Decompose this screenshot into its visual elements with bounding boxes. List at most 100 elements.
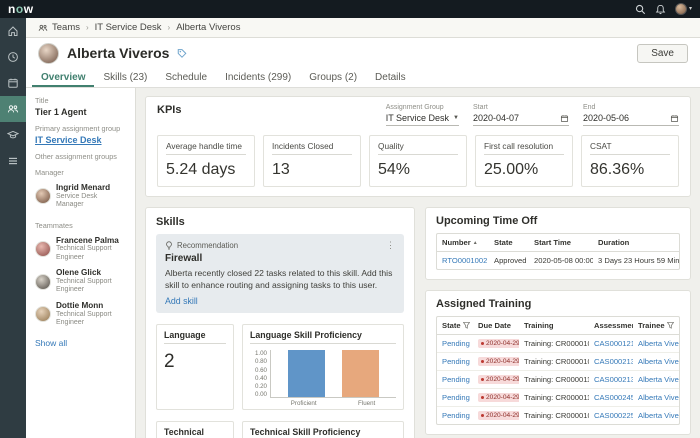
tab-skills[interactable]: Skills (23) xyxy=(94,68,156,87)
skills-panel: Skills Recommendation ⋮ Firewall Alberta… xyxy=(145,207,415,438)
column-header-start-time[interactable]: Start Time xyxy=(529,234,593,251)
training-name: Training: CR0000106 xyxy=(519,407,589,424)
clock-icon xyxy=(7,51,19,63)
profile-rail: Title Tier 1 Agent Primary assignment gr… xyxy=(26,88,136,438)
avatar xyxy=(35,306,51,322)
language-count: 2 xyxy=(164,351,226,373)
tab-overview[interactable]: Overview xyxy=(32,68,94,87)
tab-schedule[interactable]: Schedule xyxy=(156,68,216,87)
time-off-table: Number▲ State Start Time Duration RTO000… xyxy=(436,233,680,270)
kpi-value: 13 xyxy=(272,161,352,179)
chevron-down-icon: ▾ xyxy=(689,6,692,12)
kpi-value: 86.36% xyxy=(590,161,670,179)
time-off-number-link[interactable]: RTO0001002 xyxy=(437,252,489,269)
save-button[interactable]: Save xyxy=(637,44,688,63)
teams-icon xyxy=(38,23,48,33)
manager-role: Service Desk Manager xyxy=(56,193,126,210)
list-icon xyxy=(7,155,19,167)
user-avatar-menu[interactable]: ▾ xyxy=(675,3,692,15)
training-name: Training: CR0000110 xyxy=(519,389,589,406)
breadcrumb: Teams › IT Service Desk › Alberta Vivero… xyxy=(26,18,700,38)
home-icon xyxy=(7,25,19,37)
tab-details[interactable]: Details xyxy=(366,68,415,87)
page-title: Alberta Viveros xyxy=(67,45,169,61)
due-date-badge: 2020-04-29 xyxy=(478,411,519,420)
recommended-skill-name: Firewall xyxy=(165,253,395,264)
teammate-role: Technical Support Engineer xyxy=(56,278,126,295)
chart-plot-area xyxy=(270,350,396,398)
teammate-name: Dottie Monn xyxy=(56,301,126,311)
trainee-link[interactable]: Alberta Viveros xyxy=(633,371,679,388)
column-header-state[interactable]: State xyxy=(489,234,529,251)
add-skill-link[interactable]: Add skill xyxy=(165,296,395,306)
overdue-dot-icon xyxy=(481,342,484,345)
app-window: now ▾ Teams › IT S xyxy=(0,0,700,438)
start-date-input[interactable]: 2020-04-07 xyxy=(473,113,569,126)
assessment-link[interactable]: CAS0002450 xyxy=(589,389,633,406)
sidebar-item-schedule[interactable] xyxy=(0,44,26,70)
teammates-label: Teammates xyxy=(35,221,126,230)
column-header-due-date[interactable]: Due Date xyxy=(473,317,519,334)
assignment-group-select[interactable]: IT Service Desk▼ xyxy=(386,113,459,126)
training-state-link[interactable]: Pending xyxy=(437,371,473,388)
manager-row[interactable]: Ingrid MenardService Desk Manager xyxy=(35,183,126,210)
chart-title: Technical Skill Proficiency xyxy=(250,427,396,438)
training-state-link[interactable]: Pending xyxy=(437,353,473,370)
assessment-link[interactable]: CAS0002136 xyxy=(589,353,633,370)
primary-group-link[interactable]: IT Service Desk xyxy=(35,135,126,145)
teammate-row[interactable]: Francene PalmaTechnical Support Engineer xyxy=(35,236,126,263)
column-header-assessment[interactable]: Assessment xyxy=(589,317,633,334)
sidebar-item-calendar[interactable] xyxy=(0,70,26,96)
training-state-link[interactable]: Pending xyxy=(437,407,473,424)
training-state-link[interactable]: Pending xyxy=(437,389,473,406)
title-value: Tier 1 Agent xyxy=(35,107,126,117)
breadcrumb-it-service-desk[interactable]: IT Service Desk xyxy=(95,22,162,33)
teammate-row[interactable]: Olene GlickTechnical Support Engineer xyxy=(35,268,126,295)
kpi-card-quality: Quality54% xyxy=(369,135,467,187)
tab-incidents[interactable]: Incidents (299) xyxy=(216,68,300,87)
time-off-start-time: 2020-05-08 00:00:00 xyxy=(529,252,593,269)
column-header-duration[interactable]: Duration xyxy=(593,234,679,251)
trainee-link[interactable]: Alberta Viveros xyxy=(633,389,679,406)
manager-label: Manager xyxy=(35,168,126,177)
table-row: Pending 2020-04-29 Training: CR0000109 C… xyxy=(437,352,679,370)
assessment-link[interactable]: CAS0002256 xyxy=(589,407,633,424)
show-all-link[interactable]: Show all xyxy=(35,338,126,348)
training-state-link[interactable]: Pending xyxy=(437,335,473,352)
recommendation-label: Recommendation xyxy=(177,241,238,250)
breadcrumb-teams[interactable]: Teams xyxy=(38,22,80,33)
column-header-trainee[interactable]: Trainee xyxy=(633,317,679,334)
column-header-training[interactable]: Training xyxy=(519,317,589,334)
more-options-icon[interactable]: ⋮ xyxy=(386,241,395,250)
training-title: Assigned Training xyxy=(436,298,680,310)
end-date-input[interactable]: 2020-05-06 xyxy=(583,113,679,126)
tag-icon[interactable] xyxy=(177,48,187,58)
sidebar-item-list[interactable] xyxy=(0,148,26,174)
assignment-group-field: Assignment Group IT Service Desk▼ xyxy=(386,104,459,126)
breadcrumb-separator: › xyxy=(86,23,89,32)
teammate-role: Technical Support Engineer xyxy=(56,245,126,262)
column-header-number[interactable]: Number▲ xyxy=(437,234,489,251)
sidebar-item-training[interactable] xyxy=(0,122,26,148)
trainee-link[interactable]: Alberta Viveros xyxy=(633,353,679,370)
trainee-link[interactable]: Alberta Viveros xyxy=(633,407,679,424)
search-icon[interactable] xyxy=(635,4,646,15)
other-groups-label: Other assignment groups xyxy=(35,152,126,161)
top-bar: now ▾ xyxy=(0,0,700,18)
filter-icon[interactable] xyxy=(463,322,470,329)
trainee-link[interactable]: Alberta Viveros xyxy=(633,335,679,352)
notifications-bell-icon[interactable] xyxy=(655,4,666,15)
tab-groups[interactable]: Groups (2) xyxy=(300,68,366,87)
assessment-link[interactable]: CAS0001214 xyxy=(589,335,633,352)
sidebar-item-home[interactable] xyxy=(0,18,26,44)
filter-icon[interactable] xyxy=(667,322,674,329)
kpi-value: 5.24 days xyxy=(166,161,246,179)
assessment-link[interactable]: CAS0002136 xyxy=(589,371,633,388)
teammate-row[interactable]: Dottie MonnTechnical Support Engineer xyxy=(35,301,126,328)
breadcrumb-alberta-viveros[interactable]: Alberta Viveros xyxy=(176,22,240,33)
column-header-state[interactable]: State xyxy=(437,317,473,334)
kpi-value: 54% xyxy=(378,161,458,179)
skill-recommendation-card: Recommendation ⋮ Firewall Alberta recent… xyxy=(156,234,404,313)
chart-title: Language Skill Proficiency xyxy=(250,330,396,344)
sidebar-item-teams[interactable] xyxy=(0,96,26,122)
